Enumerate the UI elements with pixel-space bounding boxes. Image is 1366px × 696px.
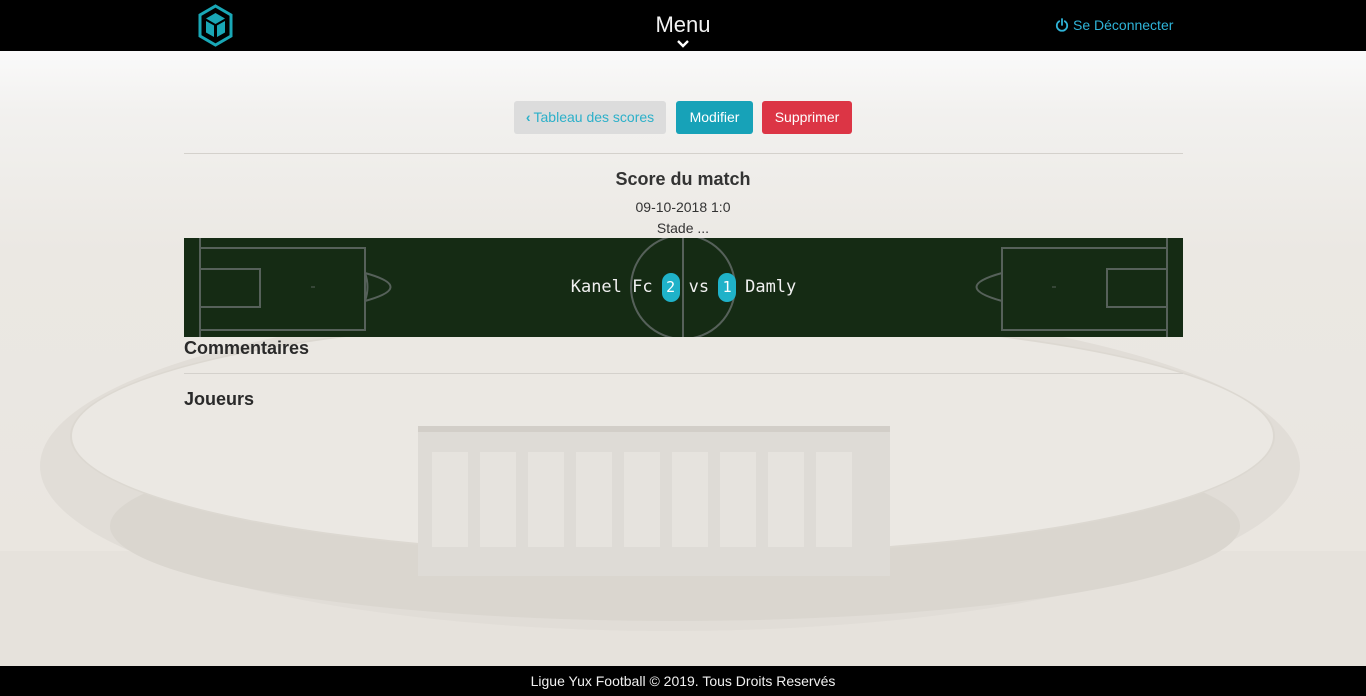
home-score-badge: 2	[661, 272, 680, 302]
divider	[184, 373, 1183, 374]
match-stadium: Stade ...	[656, 220, 710, 236]
menu-toggle[interactable]: Menu	[623, 12, 743, 38]
match-scoreline: Kanel Fc 2 vs 1 Damly	[184, 272, 1183, 302]
back-button-label: Tableau des scores	[533, 109, 655, 125]
vs-label: vs	[688, 277, 710, 297]
chevron-down-icon[interactable]	[676, 39, 690, 48]
divider	[184, 153, 1183, 154]
away-team-name: Damly	[745, 277, 797, 297]
edit-button[interactable]: Modifier	[676, 101, 753, 134]
power-icon	[1055, 18, 1069, 32]
match-score-heading: Score du match	[615, 169, 751, 189]
top-navbar: Menu Se Déconnecter	[0, 0, 1366, 51]
match-date-score: 09-10-2018 1:0	[635, 199, 731, 215]
logout-link[interactable]: Se Déconnecter	[1055, 16, 1173, 34]
logout-label: Se Déconnecter	[1073, 17, 1174, 33]
home-team-name: Kanel Fc	[570, 277, 653, 297]
cube-logo-icon[interactable]	[197, 4, 234, 47]
players-heading: Joueurs	[184, 389, 255, 409]
footer: Ligue Yux Football © 2019. Tous Droits R…	[0, 666, 1366, 696]
away-score-badge: 1	[718, 272, 737, 302]
delete-button[interactable]: Supprimer	[762, 101, 852, 134]
chevron-left-icon: ‹	[525, 109, 531, 125]
pitch-scoreboard: Kanel Fc 2 vs 1 Damly	[184, 238, 1183, 337]
back-to-scoreboard-button[interactable]: ‹ Tableau des scores	[514, 101, 666, 134]
comments-heading: Commentaires	[184, 338, 310, 358]
